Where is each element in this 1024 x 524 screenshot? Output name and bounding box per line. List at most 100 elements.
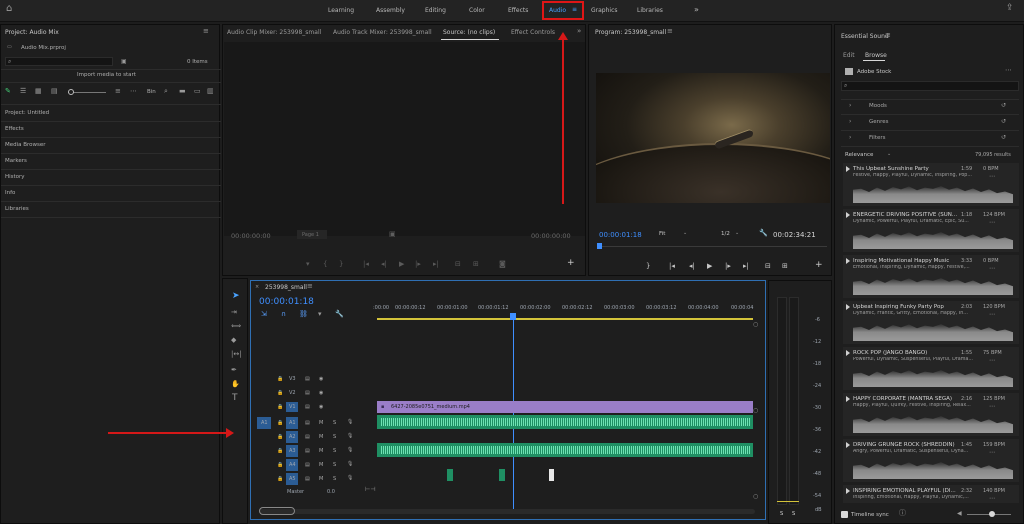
more-options-icon[interactable]: ⋯	[989, 449, 995, 456]
music-card-7[interactable]: INSPIRING EMOTIONAL PLAYFUL (DI... 2:32 …	[843, 485, 1019, 503]
solo-button[interactable]: S	[333, 462, 336, 468]
reset-icon[interactable]: ↺	[1001, 118, 1006, 125]
scroll-handle-middle-icon[interactable]: ○	[753, 407, 758, 414]
overwrite-icon[interactable]: ⊞	[473, 261, 479, 268]
sync-icon[interactable]: ▤	[305, 404, 310, 410]
more-options-icon[interactable]: ⋯	[989, 173, 995, 180]
mute-button[interactable]: M	[319, 434, 323, 440]
sync-icon[interactable]: ▤	[305, 420, 310, 426]
add-marker-icon[interactable]: ▾	[318, 311, 322, 318]
sync-icon[interactable]: ▤	[305, 462, 310, 468]
panel-menu-icon[interactable]: ≡	[307, 283, 313, 290]
lock-icon[interactable]: 🔒	[277, 404, 283, 410]
go-to-in-icon[interactable]: |◂	[669, 263, 675, 270]
more-options-icon[interactable]: ⋯	[989, 403, 995, 410]
sequence-tab[interactable]: 253998_small	[265, 284, 307, 291]
new-bin-icon[interactable]: ▣	[121, 58, 127, 65]
go-to-out-icon[interactable]: ▸|	[743, 263, 749, 270]
chevron-right-icon[interactable]: ›	[849, 102, 851, 109]
track-label-v1[interactable]: V1	[289, 404, 296, 410]
master-end-icon[interactable]: ⊢⊣	[365, 486, 375, 493]
solo-button[interactable]: S	[333, 434, 336, 440]
quality-label[interactable]: 1/2	[721, 231, 730, 237]
lock-icon[interactable]: 🔒	[277, 476, 283, 482]
sync-icon[interactable]: ▤	[305, 434, 310, 440]
more-options-icon[interactable]: ⋯	[989, 219, 995, 226]
solo-button[interactable]: S	[333, 420, 336, 426]
master-track-value[interactable]: 0.0	[327, 489, 335, 495]
panel-tab-markers[interactable]: Markers	[5, 158, 27, 164]
trash-icon[interactable]: ▥	[207, 88, 214, 95]
music-card-1[interactable]: ENERGETIC DRIVING POSITIVE (SUN... 1:18 …	[843, 209, 1019, 252]
timeline-vertical-scrollbar[interactable]	[753, 325, 759, 505]
close-icon[interactable]: ×	[255, 284, 259, 291]
track-label-v3[interactable]: V3	[289, 376, 296, 382]
timeline-horizontal-scrollbar[interactable]	[259, 509, 755, 514]
play-icon[interactable]	[846, 212, 850, 218]
solo-right-button[interactable]: S	[792, 511, 795, 517]
step-back-icon[interactable]: ◂|	[689, 263, 695, 270]
more-options-icon[interactable]: ⋯	[1005, 67, 1012, 74]
mute-button[interactable]: M	[319, 462, 323, 468]
workspace-tab-color[interactable]: Color	[469, 7, 485, 14]
filter-filters[interactable]: Filters	[869, 135, 886, 141]
project-search-input[interactable]	[5, 57, 113, 66]
solo-left-button[interactable]: S	[780, 511, 783, 517]
panel-tab-project-untitled[interactable]: Project: Untitled	[5, 110, 49, 116]
tab-audio-track-mixer[interactable]: Audio Track Mixer: 253998_small	[333, 29, 432, 36]
microphone-icon[interactable]: 🎙	[347, 475, 353, 481]
eye-icon[interactable]: ◉	[319, 404, 323, 410]
timeline-scroll-handle[interactable]	[259, 507, 295, 515]
step-forward-icon[interactable]: |▸	[725, 263, 731, 270]
play-icon[interactable]	[846, 350, 850, 356]
tab-source[interactable]: Source: (no clips)	[443, 29, 495, 36]
icon-view-icon[interactable]: ▦	[35, 88, 42, 95]
export-frame-icon[interactable]: ▣	[389, 231, 396, 238]
panel-tab-history[interactable]: History	[5, 174, 25, 180]
panel-tab-effects[interactable]: Effects	[5, 126, 24, 132]
panel-tab-libraries[interactable]: Libraries	[5, 206, 29, 212]
filter-genres[interactable]: Genres	[869, 119, 889, 125]
music-card-3[interactable]: Upbeat Inspiring Funky Party Pop 2:03 12…	[843, 301, 1019, 344]
scroll-handle-top-icon[interactable]: ○	[753, 321, 758, 328]
solo-button[interactable]: S	[333, 476, 336, 482]
mute-button[interactable]: M	[319, 476, 323, 482]
pencil-icon[interactable]: ✎	[5, 88, 11, 95]
lock-icon[interactable]: 🔒	[277, 448, 283, 454]
eye-icon[interactable]: ◉	[319, 390, 323, 396]
workspace-tab-graphics[interactable]: Graphics	[591, 7, 618, 14]
music-card-2[interactable]: Inspiring Motivational Happy Music 3:33 …	[843, 255, 1019, 298]
list-view-icon[interactable]: ☰	[20, 88, 26, 95]
workspace-tab-effects[interactable]: Effects	[508, 7, 528, 14]
play-icon[interactable]: ▶	[399, 261, 404, 268]
microphone-icon[interactable]: 🎙	[347, 461, 353, 467]
filter-moods[interactable]: Moods	[869, 103, 887, 109]
timeline-timecode[interactable]: 00:00:01:18	[259, 297, 314, 307]
play-icon[interactable]	[846, 304, 850, 310]
go-to-in-icon[interactable]: |◂	[363, 261, 369, 268]
tab-browse[interactable]: Browse	[865, 52, 887, 59]
eye-icon[interactable]: ◉	[319, 376, 323, 382]
panel-menu-icon[interactable]: ≡	[667, 28, 673, 35]
track-select-tool-icon[interactable]: ⇥	[231, 309, 237, 316]
more-options-icon[interactable]: ⋯	[989, 311, 995, 318]
music-card-4[interactable]: ROCK POP (JANGO BANGO) 1:55 75 BPM Power…	[843, 347, 1019, 390]
razor-tool-icon[interactable]: ◆	[231, 337, 236, 344]
microphone-icon[interactable]: 🎙	[347, 419, 353, 425]
music-card-5[interactable]: HAPPY CORPORATE (MANTRA SEGA) 2:16 125 B…	[843, 393, 1019, 436]
ripple-edit-tool-icon[interactable]: ⟺	[231, 323, 241, 330]
music-card-6[interactable]: DRIVING GRUNGE ROCK (SHREDDIN) 1:45 159 …	[843, 439, 1019, 482]
marker-icon[interactable]: ▾	[306, 261, 310, 268]
lock-icon[interactable]: 🔒	[277, 390, 283, 396]
reset-icon[interactable]: ↺	[1001, 134, 1006, 141]
find-icon[interactable]: ⌕	[164, 88, 168, 95]
lock-icon[interactable]: 🔒	[277, 376, 283, 382]
play-icon[interactable]	[846, 396, 850, 402]
timeline-settings-icon[interactable]: 🔧	[335, 311, 344, 318]
audio-clip-small-1[interactable]	[447, 469, 453, 481]
play-icon[interactable]	[846, 258, 850, 264]
more-options-icon[interactable]: ⋯	[989, 265, 995, 272]
solo-button[interactable]: S	[333, 448, 336, 454]
project-panel-title[interactable]: Project: Audio Mix	[5, 29, 59, 36]
program-scrub-bar[interactable]	[597, 246, 827, 247]
